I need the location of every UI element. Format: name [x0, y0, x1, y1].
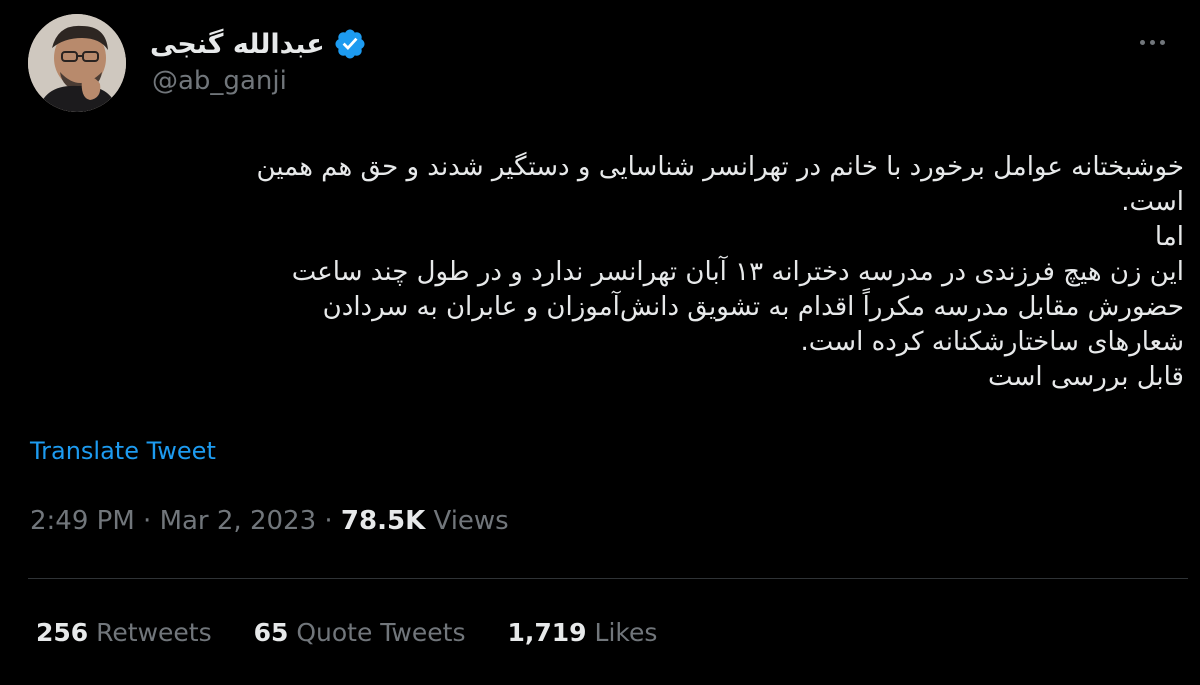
tweet-detail: عبدالله گنجی @ab_ganji خوشبختانه عوامل ب…: [0, 0, 1200, 685]
tweet-text-line: این زن هیچ فرزندی در مدرسه دخترانه ۱۳ آب…: [291, 257, 1184, 287]
more-dots-icon: [1139, 39, 1145, 45]
divider: [28, 578, 1188, 579]
more-dots-icon: [1159, 39, 1165, 45]
views-count: 78.5K: [340, 506, 426, 536]
likes-count: 1,719: [507, 618, 587, 647]
tweet-text-line: قابل بررسی است: [988, 362, 1184, 392]
author-name-row: عبدالله گنجی: [150, 24, 367, 64]
tweet-text-line: اما: [1154, 222, 1184, 252]
quote-tweets-count: 65: [253, 618, 289, 647]
translate-tweet-link[interactable]: Translate Tweet: [30, 437, 216, 465]
views-label: Views: [425, 506, 509, 536]
tweet-text-line: خوشبختانه عوامل برخورد با خانم در تهرانس…: [256, 152, 1184, 182]
retweets-label: Retweets: [88, 618, 212, 647]
tweet-text: خوشبختانه عوامل برخورد با خانم در تهرانس…: [24, 150, 1184, 395]
avatar[interactable]: [28, 14, 126, 112]
meta-separator: ·: [134, 506, 160, 536]
tweet-text-line: حضورش مقابل مدرسه مکرراً اقدام به تشویق …: [322, 292, 1184, 322]
author-handle[interactable]: @ab_ganji: [152, 66, 287, 96]
tweet-date[interactable]: Mar 2, 2023: [160, 506, 317, 536]
quote-tweets-stat[interactable]: 65 Quote Tweets: [254, 618, 466, 647]
tweet-time[interactable]: 2:49 PM: [30, 506, 135, 536]
tweet-meta: 2:49 PM · Mar 2, 2023 · 78.5K Views: [30, 506, 509, 536]
verified-badge-icon: [335, 29, 365, 59]
more-dots-icon: [1149, 39, 1155, 45]
engagement-stats: 256 Retweets 65 Quote Tweets 1,719 Likes: [36, 618, 657, 647]
author-display-name[interactable]: عبدالله گنجی: [150, 29, 325, 60]
more-button[interactable]: [1132, 28, 1172, 56]
quote-tweets-label: Quote Tweets: [288, 618, 466, 647]
retweets-stat[interactable]: 256 Retweets: [36, 618, 212, 647]
avatar-image: [28, 14, 126, 112]
tweet-text-line: است.: [1121, 187, 1184, 217]
meta-separator: ·: [316, 506, 341, 536]
tweet-text-line: شعارهای ساختارشکنانه کرده است.: [800, 327, 1185, 357]
likes-stat[interactable]: 1,719 Likes: [507, 618, 657, 647]
likes-label: Likes: [586, 618, 658, 647]
retweets-count: 256: [36, 618, 89, 647]
